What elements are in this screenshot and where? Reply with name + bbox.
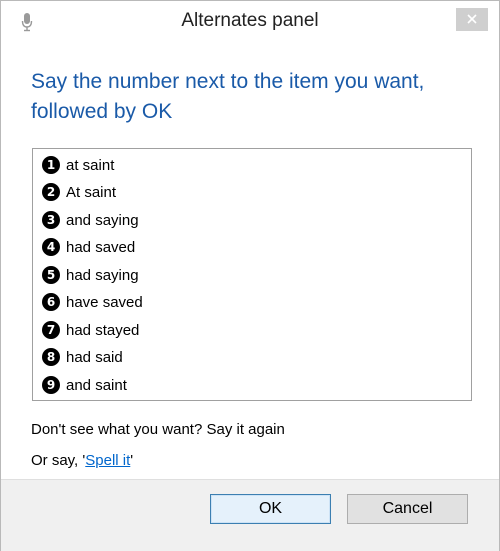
window-title: Alternates panel <box>181 10 319 31</box>
alternates-panel-window: Alternates panel Say the number next to … <box>0 0 500 551</box>
list-item-text: and saying <box>66 211 139 229</box>
list-item[interactable]: 7 had stayed <box>42 317 139 343</box>
list-item-text: had saved <box>66 238 136 256</box>
list-item[interactable]: 3 and saying <box>42 207 139 233</box>
list-item[interactable]: 2 At saint <box>42 179 116 205</box>
list-item[interactable]: 5 had saying <box>42 262 139 288</box>
number-badge: 1 <box>42 156 60 174</box>
list-item[interactable]: 1 at saint <box>42 152 114 178</box>
number-badge: 7 <box>42 321 60 339</box>
hint-text: Don't see what you want? Say it again <box>31 421 285 438</box>
spell-it-link[interactable]: Spell it <box>85 452 130 469</box>
list-item-text: have saved <box>66 293 143 311</box>
cancel-button[interactable]: Cancel <box>347 494 468 524</box>
spell-prefix: Or say, ' <box>31 452 86 469</box>
instruction-text: Say the number next to the item you want… <box>31 70 425 123</box>
button-footer: OK Cancel <box>1 479 499 551</box>
list-item[interactable]: 6 have saved <box>42 289 143 315</box>
spell-suffix: ' <box>130 452 134 469</box>
number-badge: 6 <box>42 293 60 311</box>
number-badge: 4 <box>42 238 60 256</box>
close-icon <box>467 11 477 29</box>
number-badge: 2 <box>42 183 60 201</box>
list-item-text: At saint <box>66 183 117 201</box>
number-badge: 5 <box>42 266 60 284</box>
number-badge: 8 <box>42 348 60 366</box>
list-item-text: at saint <box>66 156 115 174</box>
spell-it-line: Or say, 'Spell it' <box>31 452 133 469</box>
list-item[interactable]: 9 and saint <box>42 372 127 398</box>
list-item-text: had stayed <box>66 321 140 339</box>
number-badge: 9 <box>42 376 60 394</box>
list-item-text: and saint <box>66 376 127 394</box>
list-item[interactable]: 4 had saved <box>42 234 135 260</box>
list-item[interactable]: 8 had said <box>42 344 123 370</box>
alternates-list[interactable]: 1 at saint 2 At saint 3 and saying 4 had sav… <box>32 148 472 401</box>
number-badge: 3 <box>42 211 60 229</box>
list-item-text: had saying <box>66 266 139 284</box>
ok-button[interactable]: OK <box>210 494 331 524</box>
list-item-text: had said <box>66 348 123 366</box>
title-bar: Alternates panel <box>1 1 499 41</box>
close-button[interactable] <box>456 8 488 31</box>
